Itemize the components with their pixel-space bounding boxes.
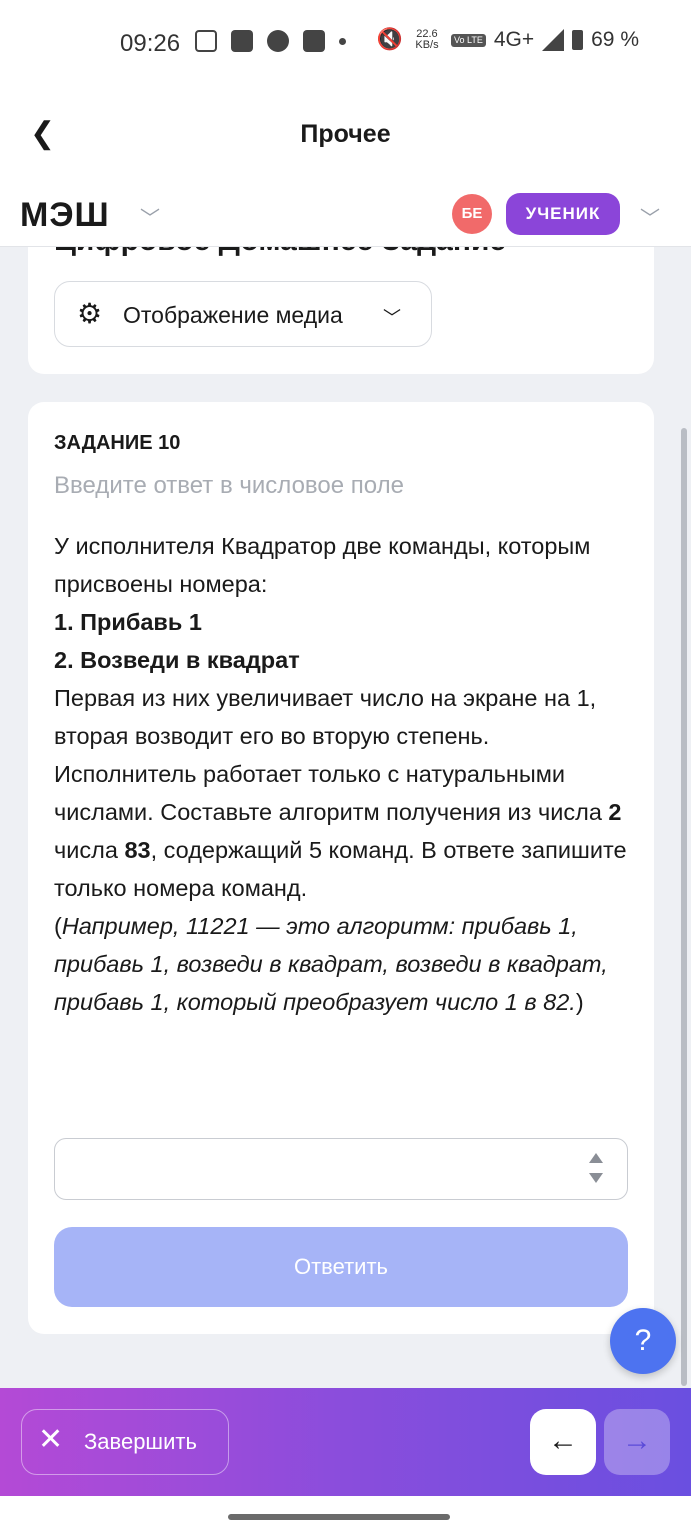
task-body-part-1: Первая из них увеличивает число на экран…: [54, 685, 609, 825]
top-bar: ❮ Прочее: [0, 88, 691, 182]
task-card: ЗАДАНИЕ 10 Введите ответ в числовое поле…: [28, 402, 654, 1334]
status-time: 09:26: [120, 30, 181, 57]
task-body-part-2: числа: [54, 837, 125, 863]
network-type: 4G+: [493, 28, 535, 51]
avatar[interactable]: БЕ: [452, 194, 492, 234]
network-speed: 22.6 KB/s: [411, 29, 443, 51]
arrow-right-icon[interactable]: →: [604, 1409, 670, 1475]
answer-number-input[interactable]: [54, 1138, 628, 1200]
system-indicators: 🔇 22.6 KB/s Vo LTE 4G+ 69 %: [377, 28, 639, 52]
battery-icon: [572, 30, 584, 50]
task-hint: Введите ответ в числовое поле: [54, 472, 404, 499]
app-bar: МЭШ ﹀ БЕ УЧЕНИК ﹀: [0, 182, 691, 247]
task-example: Например, 11221 — это алгоритм: прибавь …: [54, 913, 608, 1015]
scrollbar[interactable]: [681, 428, 687, 1386]
bank-app-icon: [231, 30, 253, 52]
number-from: 2: [608, 799, 622, 825]
task-intro: У исполнителя Квадратор две команды, кот…: [54, 533, 591, 597]
decrement-icon[interactable]: [589, 1173, 603, 1183]
increment-icon[interactable]: [589, 1153, 603, 1163]
mir-app-icon: [267, 30, 289, 52]
chevron-down-icon: ﹀: [383, 308, 401, 328]
task-number: ЗАДАНИЕ 10: [54, 432, 181, 454]
map-app-icon: [303, 30, 325, 52]
bottom-bar: ✕ Завершить ← →: [0, 1388, 691, 1496]
media-display-label: Отображение медиа: [123, 302, 343, 328]
signal-icon: [542, 29, 565, 51]
notification-icons: [195, 30, 346, 52]
finish-label: Завершить: [84, 1429, 197, 1454]
media-display-button[interactable]: ⚙ Отображение медиа ﹀: [54, 281, 432, 347]
help-button[interactable]: ?: [610, 1308, 676, 1374]
home-indicator[interactable]: [228, 1514, 450, 1520]
command-2: 2. Возведи в квадрат: [54, 647, 300, 673]
battery-level: 69 %: [591, 28, 639, 51]
status-bar: 09:26 🔇 22.6 KB/s Vo LTE 4G+ 69 %: [0, 0, 691, 88]
system-navigation-bar: [0, 1496, 691, 1536]
task-text: У исполнителя Квадратор две команды, кот…: [54, 527, 638, 1021]
profile-chevron-down-icon[interactable]: ﹀: [640, 202, 660, 231]
paren-close: ): [575, 989, 584, 1015]
arrow-left-icon[interactable]: ←: [530, 1409, 596, 1475]
submit-answer-button[interactable]: Ответить: [54, 1227, 628, 1307]
paren-open: (: [54, 913, 62, 939]
chevron-down-icon[interactable]: ﹀: [140, 202, 160, 231]
screenshot-icon: [195, 30, 217, 52]
close-icon: ✕: [38, 1423, 64, 1456]
gear-icon: ⚙: [77, 298, 103, 329]
command-1: 1. Прибавь 1: [54, 609, 202, 635]
speed-unit: KB/s: [415, 39, 439, 51]
role-badge[interactable]: УЧЕНИК: [506, 193, 620, 235]
mute-icon: 🔇: [376, 28, 403, 51]
volte-icon: Vo LTE: [450, 33, 486, 47]
mesh-logo[interactable]: МЭШ: [20, 196, 110, 235]
task-body: Первая из них увеличивает число на экран…: [54, 679, 638, 1021]
page-title: Прочее: [300, 120, 391, 148]
more-notifications-icon: [339, 37, 346, 45]
number-to: 83: [124, 837, 151, 863]
finish-button[interactable]: ✕ Завершить: [21, 1409, 229, 1475]
